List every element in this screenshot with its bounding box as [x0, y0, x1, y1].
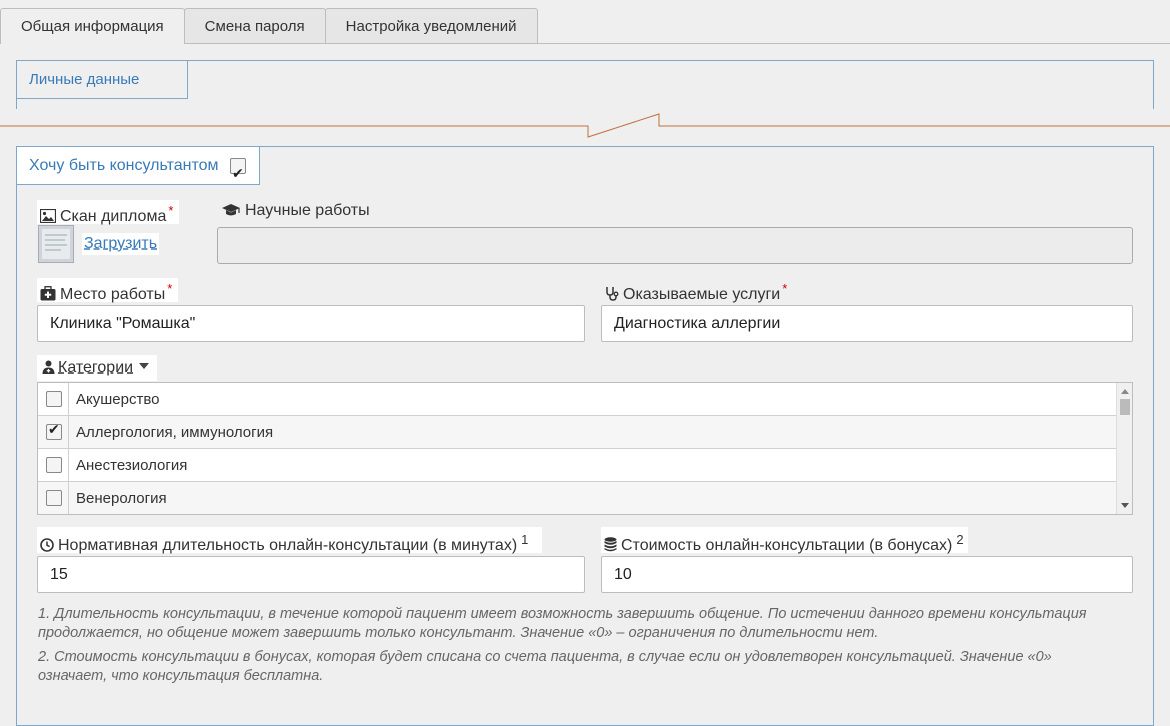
consultant-legend-label: Хочу быть консультантом	[29, 157, 219, 174]
category-row[interactable]: Аллергология, иммунология	[38, 416, 1117, 449]
services-label-text: Оказываемые услуги	[623, 286, 781, 303]
category-row[interactable]: Венерология	[38, 482, 1117, 514]
graduation-cap-icon	[222, 204, 240, 216]
cost-label: Стоимость онлайн-консультации (в бонусах…	[601, 527, 968, 554]
cost-label-text: Стоимость онлайн-консультации (в бонусах…	[621, 537, 953, 554]
tab-bar: Общая информация Смена пароля Настройка …	[0, 8, 538, 44]
services-label: Оказываемые услуги *	[602, 278, 793, 303]
diploma-required-mark: *	[168, 203, 174, 218]
category-checkbox[interactable]	[46, 457, 62, 473]
tab-notification-settings[interactable]: Настройка уведомлений	[324, 8, 538, 44]
category-checkbox[interactable]	[46, 391, 62, 407]
cost-note: 2. Стоимость консультации в бонусах, кот…	[38, 649, 1052, 684]
medkit-icon	[40, 286, 56, 301]
consultant-checkbox[interactable]	[230, 156, 246, 193]
cost-input[interactable]: 10	[601, 556, 1133, 593]
category-row[interactable]: Анестезиология	[38, 449, 1117, 482]
database-icon	[604, 537, 617, 552]
diploma-label: Скан диплома *	[37, 200, 180, 225]
user-md-icon	[42, 360, 55, 374]
image-icon	[39, 208, 57, 224]
category-name: Венерология	[76, 490, 167, 507]
scrollbar-thumb[interactable]	[1120, 399, 1130, 415]
scroll-up-arrow-icon[interactable]	[1121, 389, 1129, 394]
section-cut-line	[0, 113, 1170, 138]
cost-footnote: 2	[956, 532, 964, 547]
categories-label: Категории	[58, 359, 134, 376]
category-name: Акушерство	[76, 391, 160, 408]
duration-footnote: 1	[521, 532, 529, 547]
duration-input[interactable]: 15	[37, 556, 585, 593]
stethoscope-icon	[606, 287, 619, 301]
category-name: Анестезиология	[76, 457, 188, 474]
workplace-label-text: Место работы	[60, 286, 166, 303]
categories-dropdown-button[interactable]: Категории	[37, 355, 157, 381]
tab-divider	[185, 43, 1170, 44]
science-works-input[interactable]	[217, 227, 1133, 264]
categories-scrollbar[interactable]	[1116, 383, 1132, 514]
diploma-thumbnail[interactable]	[38, 225, 74, 263]
category-checkbox[interactable]	[46, 490, 62, 506]
category-checkbox[interactable]	[46, 422, 62, 440]
science-works-label-text: Научные работы	[245, 202, 370, 219]
personal-data-legend[interactable]: Личные данные	[17, 61, 188, 99]
caret-down-icon	[139, 363, 150, 369]
duration-label: Нормативная длительность онлайн-консульт…	[37, 527, 543, 554]
category-row[interactable]: Акушерство	[38, 383, 1117, 416]
duration-note: 1. Длительность консультации, в течение …	[38, 606, 1087, 641]
services-required-mark: *	[782, 281, 788, 296]
consultant-legend[interactable]: Хочу быть консультантом	[16, 146, 260, 193]
upload-diploma-link[interactable]: Загрузить	[82, 233, 160, 255]
diploma-label-text: Скан диплома	[60, 208, 167, 225]
workplace-required-mark: *	[167, 281, 173, 296]
personal-data-panel: Личные данные	[16, 60, 1154, 109]
clock-icon	[40, 538, 54, 552]
document-thumbnail-icon	[42, 229, 70, 259]
category-name: Аллергология, иммунология	[76, 424, 274, 441]
tab-general-info[interactable]: Общая информация	[0, 8, 185, 44]
categories-list: Акушерство Аллергология, иммунология Ане…	[37, 382, 1133, 515]
services-input[interactable]: Диагностика аллергии	[601, 305, 1133, 342]
workplace-label: Место работы *	[37, 278, 179, 303]
duration-label-text: Нормативная длительность онлайн-консульт…	[58, 537, 518, 554]
scroll-down-arrow-icon[interactable]	[1121, 503, 1129, 508]
science-works-label: Научные работы	[218, 200, 376, 224]
workplace-input[interactable]: Клиника "Ромашка"	[37, 305, 585, 342]
tab-change-password[interactable]: Смена пароля	[183, 8, 326, 44]
